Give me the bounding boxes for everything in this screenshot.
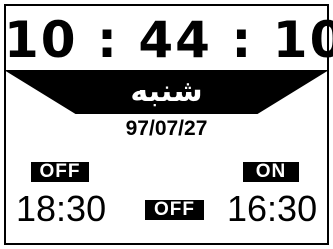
clock-display-screen: 10 : 44 : 10 شنبه 97/07/27 OFF 18:30 OFF…: [0, 0, 333, 249]
on-time-tag: ON: [243, 162, 299, 182]
weekday-label: شنبه: [130, 74, 203, 109]
relay-state-badge: OFF: [145, 200, 204, 220]
off-time-value: 18:30: [16, 188, 107, 229]
on-time-value: 16:30: [227, 188, 318, 229]
off-time-tag: OFF: [31, 162, 89, 182]
current-time: 10 : 44 : 10: [4, 11, 333, 69]
current-date: 97/07/27: [125, 117, 208, 140]
